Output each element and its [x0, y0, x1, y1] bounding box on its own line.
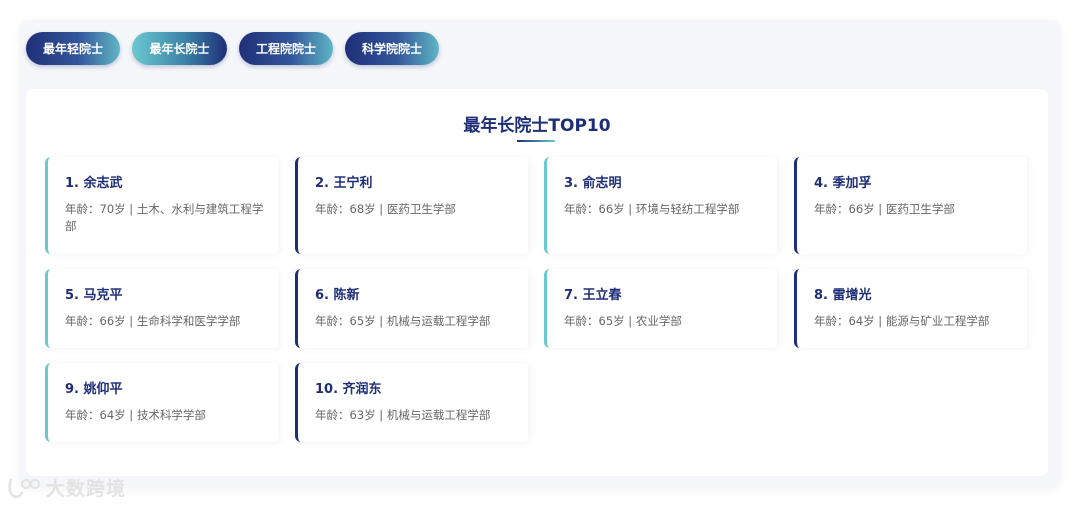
watermark: 大数跨境	[8, 474, 126, 501]
academician-info: 年龄：68岁 | 医药卫生学部	[315, 202, 456, 216]
academician-card: 6. 陈新 年龄：65岁 | 机械与运载工程学部	[295, 269, 528, 348]
tab-oldest-academicians[interactable]: 最年长院士	[132, 32, 227, 65]
academician-info: 年龄：63岁 | 机械与运载工程学部	[315, 408, 491, 422]
academician-info: 年龄：66岁 | 医药卫生学部	[814, 202, 955, 216]
academician-info: 年龄：64岁 | 技术科学学部	[65, 408, 206, 422]
tab-bar: 最年轻院士 最年长院士 工程院院士 科学院院士	[26, 32, 439, 65]
academician-name: 5. 马克平	[65, 288, 123, 303]
academician-info: 年龄：65岁 | 农业学部	[564, 314, 682, 328]
academician-info: 年龄：70岁 | 土木、水利与建筑工程学部	[65, 202, 264, 233]
academician-name: 1. 余志武	[65, 176, 123, 191]
academician-card: 5. 马克平 年龄：66岁 | 生命科学和医学学部	[45, 269, 278, 348]
academician-info: 年龄：66岁 | 生命科学和医学学部	[65, 314, 241, 328]
academician-name: 10. 齐润东	[315, 382, 382, 397]
academician-name: 4. 季加孚	[814, 176, 872, 191]
academician-name: 3. 俞志明	[564, 176, 622, 191]
academician-card: 10. 齐润东 年龄：63岁 | 机械与运载工程学部	[295, 363, 528, 442]
main-container: 最年轻院士 最年长院士 工程院院士 科学院院士 最年长院士TOP10 1. 余志…	[20, 20, 1060, 487]
academician-name: 6. 陈新	[315, 288, 360, 303]
academician-info: 年龄：64岁 | 能源与矿业工程学部	[814, 314, 990, 328]
academician-card: 3. 俞志明 年龄：66岁 | 环境与轻纺工程学部	[544, 157, 777, 254]
academician-name: 9. 姚仰平	[65, 382, 123, 397]
tab-engineering-academicians[interactable]: 工程院院士	[239, 32, 333, 65]
academician-name: 7. 王立春	[564, 288, 622, 303]
academician-name: 2. 王宁利	[315, 176, 373, 191]
academician-card: 9. 姚仰平 年龄：64岁 | 技术科学学部	[45, 363, 278, 442]
academician-card: 2. 王宁利 年龄：68岁 | 医药卫生学部	[295, 157, 528, 254]
brand-logo-icon	[8, 478, 41, 498]
title-underline	[517, 140, 555, 142]
content-panel: 最年长院士TOP10 1. 余志武 年龄：70岁 | 土木、水利与建筑工程学部 …	[26, 89, 1048, 476]
watermark-text: 大数跨境	[46, 478, 127, 500]
panel-title: 最年长院士TOP10	[463, 116, 611, 136]
tab-science-academicians[interactable]: 科学院院士	[345, 32, 439, 65]
academician-card: 4. 季加孚 年龄：66岁 | 医药卫生学部	[794, 157, 1027, 254]
academician-card: 8. 雷增光 年龄：64岁 | 能源与矿业工程学部	[794, 269, 1027, 348]
tab-youngest-academicians[interactable]: 最年轻院士	[26, 32, 120, 65]
academician-info: 年龄：65岁 | 机械与运载工程学部	[315, 314, 491, 328]
academician-card: 1. 余志武 年龄：70岁 | 土木、水利与建筑工程学部	[45, 157, 278, 254]
academician-card: 7. 王立春 年龄：65岁 | 农业学部	[544, 269, 777, 348]
academician-name: 8. 雷增光	[814, 288, 872, 303]
academician-info: 年龄：66岁 | 环境与轻纺工程学部	[564, 202, 740, 216]
